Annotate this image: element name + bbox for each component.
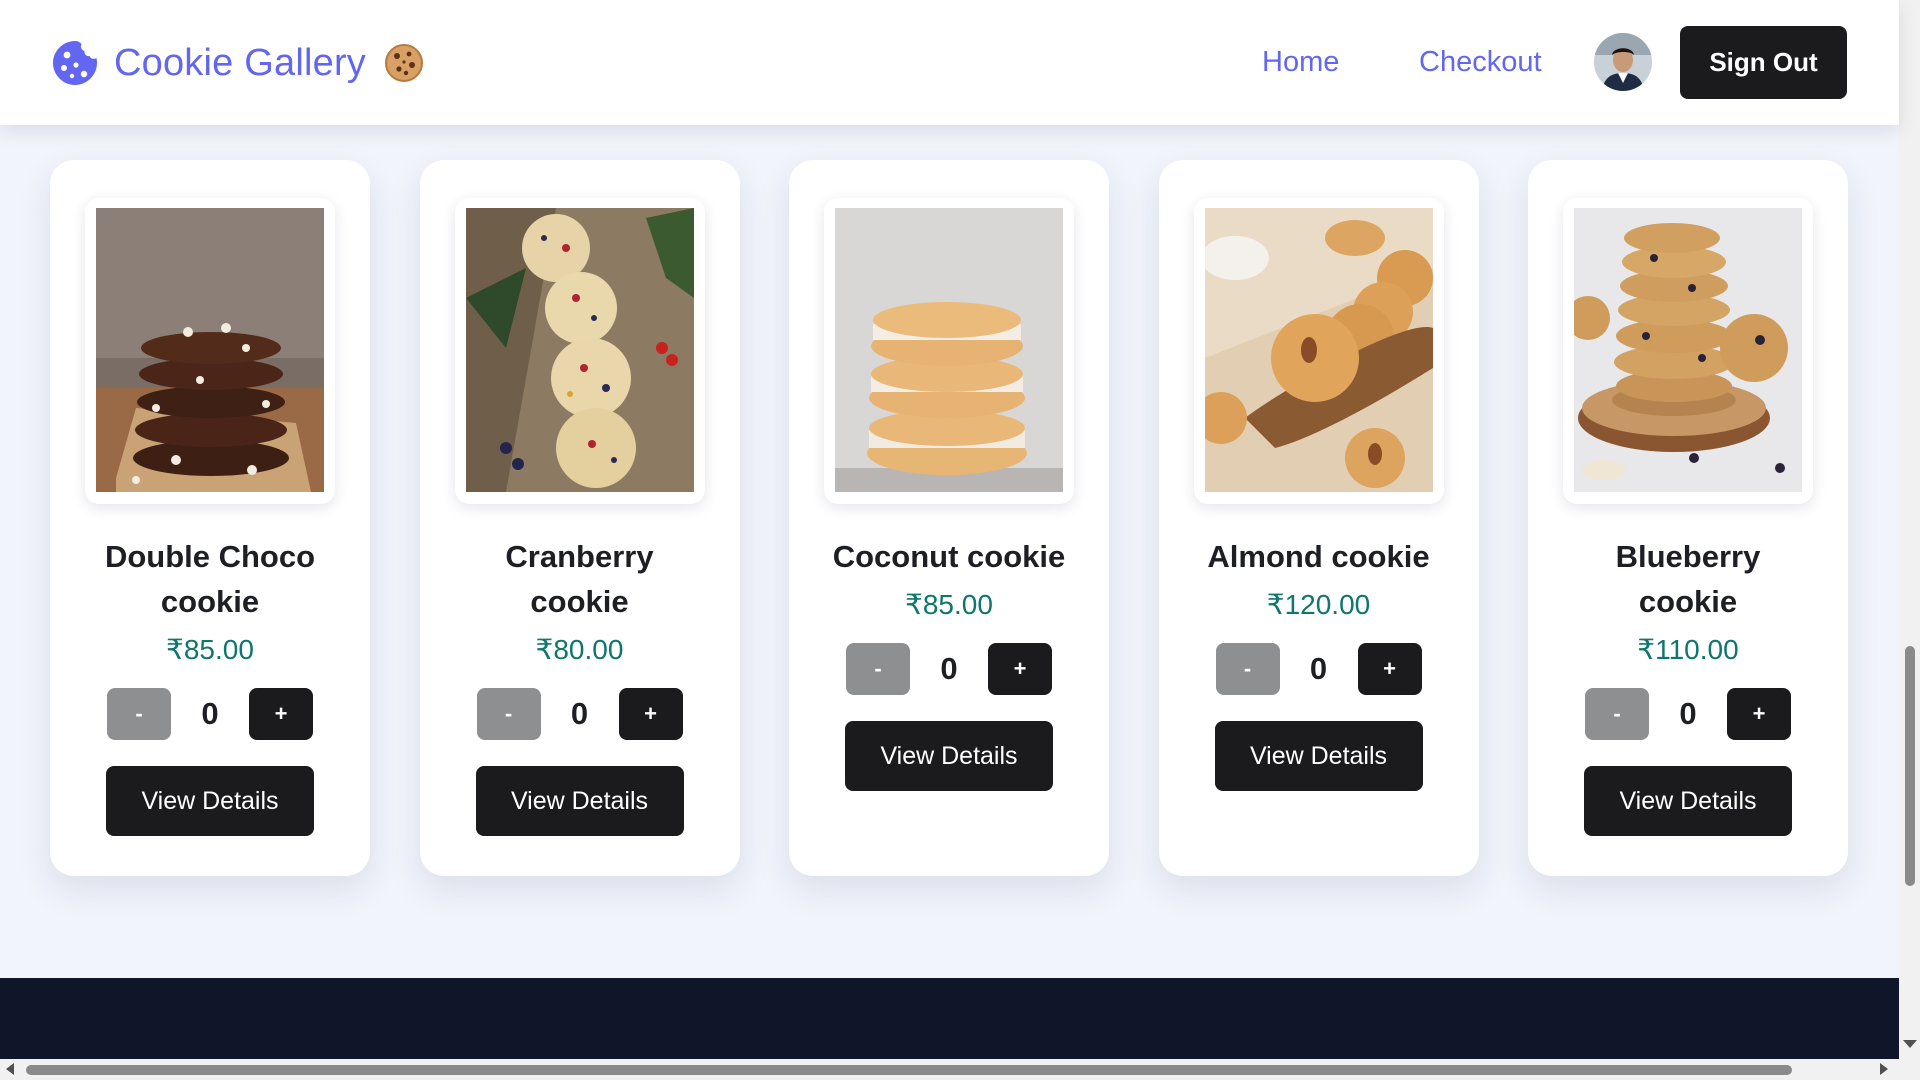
decrease-quantity-button[interactable]: - (1215, 643, 1280, 695)
product-card: Blueberry cookie ₹110.00 - 0 + View Deta… (1528, 160, 1848, 876)
view-details-button[interactable]: View Details (106, 766, 314, 836)
view-details-button[interactable]: View Details (1584, 766, 1792, 836)
product-card: Coconut cookie ₹85.00 - 0 + View Details (789, 160, 1109, 876)
scroll-right-arrow-icon[interactable] (1880, 1063, 1888, 1075)
horizontal-scrollbar-thumb[interactable] (26, 1065, 1792, 1075)
quantity-value: 0 (201, 696, 219, 731)
decrease-quantity-button[interactable]: - (846, 643, 910, 695)
double-choco-cookie-image[interactable] (96, 208, 324, 492)
increase-quantity-button[interactable]: + (249, 688, 313, 740)
increase-quantity-button[interactable]: + (1357, 643, 1422, 695)
decrease-quantity-button[interactable]: - (107, 688, 171, 740)
product-price: ₹80.00 (535, 634, 624, 665)
product-image-frame (1193, 198, 1444, 504)
product-image-frame (1563, 198, 1813, 504)
brand[interactable]: Cookie Gallery (50, 36, 424, 90)
product-image-frame (454, 198, 705, 504)
coconut-cookie-image[interactable] (835, 208, 1063, 492)
vertical-scrollbar-thumb[interactable] (1905, 646, 1915, 886)
quantity-stepper: - 0 + (846, 643, 1052, 695)
top-navbar: Cookie Gallery Home Checkout Sign Out (0, 0, 1899, 125)
avatar[interactable] (1594, 33, 1652, 91)
product-name: Cranberry cookie (505, 539, 654, 619)
product-name: Almond cookie (1207, 539, 1430, 574)
increase-quantity-button[interactable]: + (988, 643, 1052, 695)
product-price: ₹120.00 (1266, 589, 1371, 620)
blueberry-cookie-image[interactable] (1574, 208, 1802, 492)
user-avatar-icon (1594, 33, 1652, 91)
quantity-value: 0 (940, 651, 958, 686)
quantity-stepper: - 0 + (107, 688, 313, 740)
view-details-button[interactable]: View Details (475, 766, 684, 836)
scroll-left-arrow-icon[interactable] (6, 1063, 14, 1075)
product-name: Blueberry cookie (1615, 539, 1761, 619)
view-details-button[interactable]: View Details (845, 721, 1053, 791)
increase-quantity-button[interactable]: + (618, 688, 683, 740)
increase-quantity-button[interactable]: + (1727, 688, 1791, 740)
decrease-quantity-button[interactable]: - (1585, 688, 1649, 740)
brand-title: Cookie Gallery (114, 41, 367, 84)
quantity-stepper: - 0 + (1215, 643, 1422, 695)
nav-home-link[interactable]: Home (1262, 46, 1339, 79)
view-details-button[interactable]: View Details (1214, 721, 1423, 791)
product-price: ₹85.00 (905, 589, 993, 620)
product-card: Almond cookie ₹120.00 - 0 + View Details (1158, 160, 1479, 876)
quantity-stepper: - 0 + (1585, 688, 1791, 740)
nav-checkout-link[interactable]: Checkout (1419, 46, 1542, 79)
product-card: Cranberry cookie ₹80.00 - 0 + View Detai… (419, 160, 740, 876)
decrease-quantity-button[interactable]: - (476, 688, 541, 740)
quantity-value: 0 (570, 696, 589, 731)
horizontal-scrollbar[interactable] (0, 1059, 1899, 1080)
sign-out-button[interactable]: Sign Out (1680, 26, 1847, 99)
scroll-down-arrow-icon[interactable] (1903, 1040, 1917, 1048)
cranberry-cookie-image[interactable] (465, 208, 694, 492)
cookie-emoji-icon (385, 44, 424, 82)
quantity-stepper: - 0 + (476, 688, 683, 740)
product-name: Coconut cookie (832, 539, 1066, 574)
product-price: ₹85.00 (166, 634, 254, 665)
product-image-frame (824, 198, 1074, 504)
product-card: Double Choco cookie ₹85.00 - 0 + View De… (50, 160, 370, 876)
product-price: ₹110.00 (1637, 634, 1739, 665)
quantity-value: 0 (1309, 651, 1328, 686)
quantity-value: 0 (1679, 696, 1697, 731)
product-image-frame (85, 198, 335, 504)
product-grid: Double Choco cookie ₹85.00 - 0 + View De… (50, 160, 1848, 876)
vertical-scrollbar[interactable] (1899, 0, 1920, 1080)
product-name: Double Choco cookie (104, 539, 316, 619)
almond-cookie-image[interactable] (1204, 208, 1433, 492)
cookie-icon (53, 41, 97, 85)
